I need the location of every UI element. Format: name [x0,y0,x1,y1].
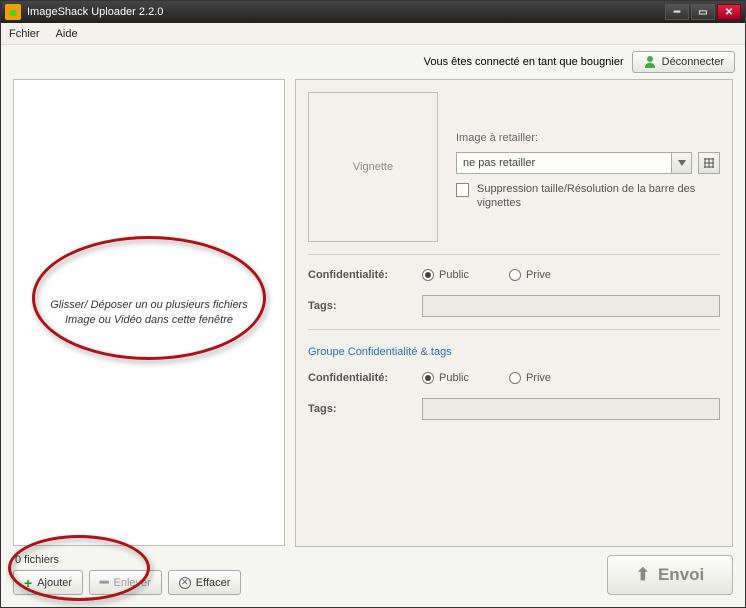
radio-public-1[interactable]: Public [422,269,469,281]
add-button[interactable]: + Ajouter [13,570,83,595]
thumbnail-label: Vignette [353,161,393,173]
radio-icon [422,372,434,384]
titlebar[interactable]: ImageShack Uploader 2.2.0 ━ ▭ ✕ [1,1,745,23]
thumbnail-preview: Vignette [308,92,438,242]
radio-icon [509,372,521,384]
person-icon [643,55,657,69]
close-button[interactable]: ✕ [717,4,741,20]
right-column: Vignette Image à retailler: ne pas retai… [295,79,733,595]
app-window: ImageShack Uploader 2.2.0 ━ ▭ ✕ Fchier A… [0,0,746,608]
content: Glisser/ Déposer un ou plusieurs fichier… [1,79,745,607]
tags-input-2[interactable] [422,398,720,420]
menu-help[interactable]: Aide [56,28,78,40]
tags-row-2: Tags: [308,398,720,420]
maximize-button[interactable]: ▭ [691,4,715,20]
file-count: 0 fichiers [13,552,285,570]
radio-icon [509,269,521,281]
confidentiality-row-1: Confidentialité: Public Prive [308,269,720,281]
radio-public-2[interactable]: Public [422,372,469,384]
send-label: Envoi [658,565,704,585]
login-status-text: Vous êtes connecté en tant que bougnier [424,56,624,68]
resize-select[interactable]: ne pas retailler [456,152,692,174]
dropzone-line1: Glisser/ Déposer un ou plusieurs fichier… [50,298,247,313]
send-button[interactable]: ⬆ Envoi [607,555,733,595]
remove-button[interactable]: ━ Enlever [89,570,162,595]
radio-icon [422,269,434,281]
tags-label: Tags: [308,300,408,312]
chevron-down-icon [671,153,691,173]
file-buttons: + Ajouter ━ Enlever ✕ Effacer [13,570,285,595]
window-buttons: ━ ▭ ✕ [665,4,741,20]
confidentiality-row-2: Confidentialité: Public Prive [308,372,720,384]
settings-panel: Vignette Image à retailler: ne pas retai… [295,79,733,547]
clear-button[interactable]: ✕ Effacer [168,570,242,595]
tags-row-1: Tags: [308,295,720,317]
radio-private-2[interactable]: Prive [509,372,551,384]
minimize-button[interactable]: ━ [665,4,689,20]
suppress-label: Suppression taille/Résolution de la barr… [477,182,720,210]
menu-file[interactable]: Fchier [9,28,40,40]
resize-column: Image à retailler: ne pas retailler [456,92,720,242]
group-confidentiality-link[interactable]: Groupe Confidentialité & tags [308,346,720,358]
menubar: Fchier Aide [1,23,745,45]
add-label: Ajouter [37,577,72,589]
dropzone[interactable]: Glisser/ Déposer un ou plusieurs fichier… [13,79,285,546]
remove-label: Enlever [113,577,150,589]
resize-value: ne pas retailler [463,157,535,169]
clear-icon: ✕ [179,577,191,589]
confidentiality-label: Confidentialité: [308,372,408,384]
radio-private-1[interactable]: Prive [509,269,551,281]
plus-icon: + [24,575,32,591]
radio-group-2: Public Prive [422,372,551,384]
dropzone-message: Glisser/ Déposer un ou plusieurs fichier… [50,298,247,328]
app-icon [5,4,21,20]
dropzone-line2: Image ou Vidéo dans cette fenêtre [50,313,247,328]
left-column: Glisser/ Déposer un ou plusieurs fichier… [13,79,285,595]
suppress-row: Suppression taille/Résolution de la barr… [456,182,720,210]
suppress-checkbox[interactable] [456,183,469,197]
resize-label: Image à retailler: [456,132,720,144]
top-row: Vignette Image à retailler: ne pas retai… [308,92,720,242]
minus-icon: ━ [100,574,108,591]
separator [308,254,720,255]
disconnect-button[interactable]: Déconnecter [632,51,735,73]
separator [308,329,720,330]
window-title: ImageShack Uploader 2.2.0 [27,6,665,18]
grid-icon [703,157,715,169]
clear-label: Effacer [196,577,231,589]
resize-select-row: ne pas retailler [456,152,720,174]
disconnect-label: Déconnecter [662,56,724,68]
login-status-bar: Vous êtes connecté en tant que bougnier … [1,45,745,79]
confidentiality-label: Confidentialité: [308,269,408,281]
radio-group-1: Public Prive [422,269,551,281]
upload-icon: ⬆ [636,565,650,585]
send-row: ⬆ Envoi [295,547,733,595]
tags-input-1[interactable] [422,295,720,317]
tags-label: Tags: [308,403,408,415]
grid-button[interactable] [698,152,720,174]
